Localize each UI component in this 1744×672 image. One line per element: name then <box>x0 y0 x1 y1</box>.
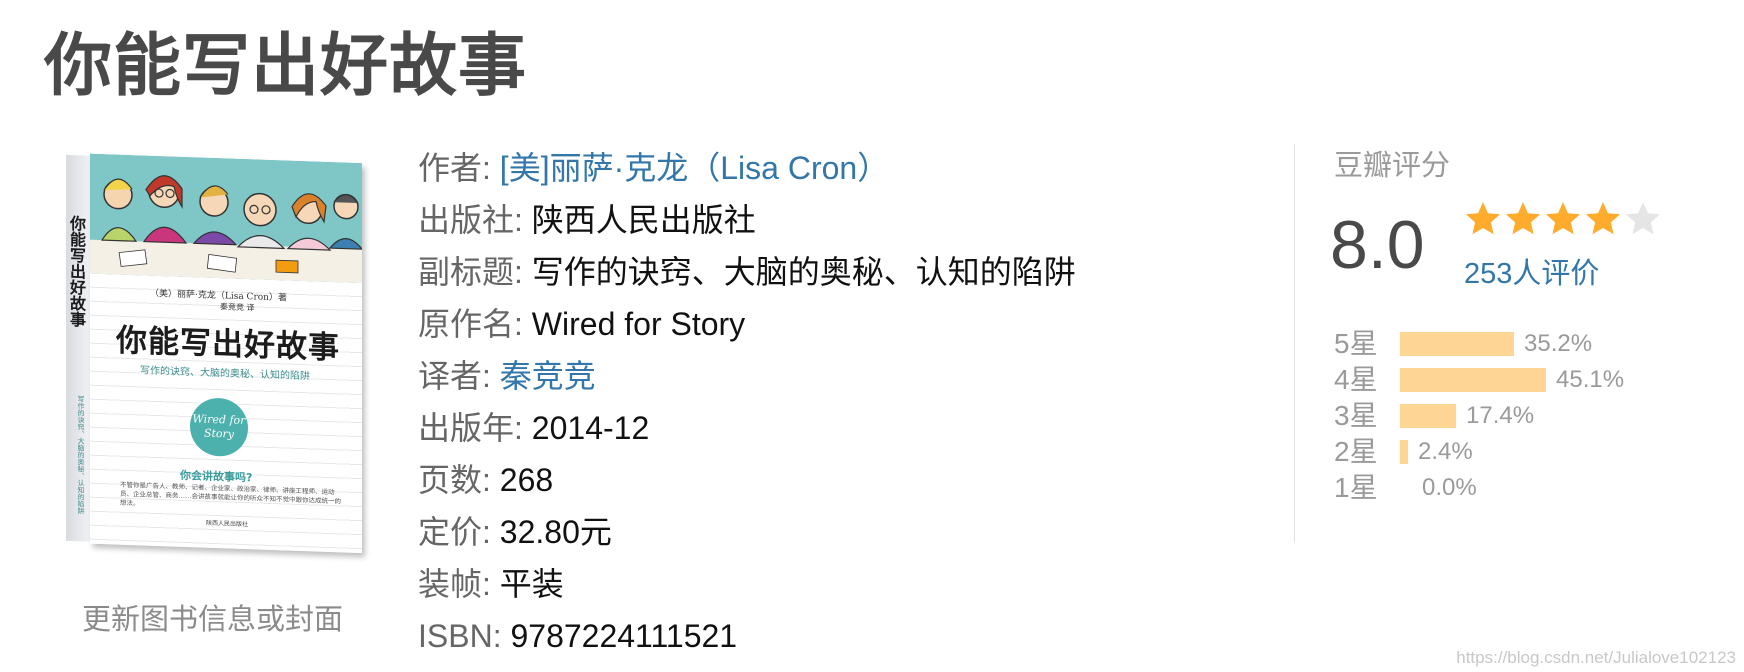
rating-row-label: 2星 <box>1334 436 1378 467</box>
cover-publisher: 陕西人民出版社 <box>206 519 249 529</box>
spine-subtitle: 写作的诀窍、大脑的奥秘、认知的陷阱 <box>77 395 85 515</box>
section-divider <box>1294 144 1295 542</box>
rating-bar <box>1400 404 1456 428</box>
rating-row: 1星 0.0% <box>1334 470 1624 506</box>
pubdate-label: 出版年: <box>418 410 523 446</box>
translator-label: 译者: <box>418 358 491 394</box>
info-publisher-row: 出版社: 陕西人民出版社 <box>418 194 1076 246</box>
author-link[interactable]: [美]丽萨·克龙（Lisa Cron） <box>500 150 889 186</box>
watermark: https://blog.csdn.net/Julialove102123 <box>1456 648 1736 667</box>
publisher-value: 陕西人民出版社 <box>531 202 756 238</box>
pages-label: 页数: <box>418 462 491 498</box>
rating-percentage: 35.2% <box>1524 330 1593 357</box>
info-subtitle-row: 副标题: 写作的诀窍、大脑的奥秘、认知的陷阱 <box>418 246 1076 298</box>
page-title: 你能写出好故事 <box>44 27 528 106</box>
isbn-value: 9787224111521 <box>510 618 738 654</box>
isbn-label: ISBN: <box>418 618 502 654</box>
info-original-title-row: 原作名: Wired for Story <box>418 298 1076 350</box>
rating-bar <box>1400 368 1546 392</box>
rating-row-label: 4星 <box>1334 364 1378 395</box>
cover-illustration <box>90 153 362 284</box>
subtitle-value: 写作的诀窍、大脑的奥秘、认知的陷阱 <box>531 254 1076 290</box>
book-info: 作者: [美]丽萨·克龙（Lisa Cron） 出版社: 陕西人民出版社 副标题… <box>418 142 1076 662</box>
star-filled-icon <box>1585 202 1621 235</box>
original-title-label: 原作名: <box>418 306 523 342</box>
translator-link[interactable]: 秦竞竞 <box>500 358 596 394</box>
star-filled-icon <box>1545 202 1581 235</box>
star-empty-icon <box>1625 202 1661 235</box>
info-binding-row: 装帧: 平装 <box>418 558 1076 610</box>
rating-row: 5星 35.2% <box>1334 326 1624 362</box>
book-detail-page: 你能写出好故事 你能写出好故事 写作的诀窍、大脑的奥秘、认知的陷阱 （美）丽萨·… <box>0 0 1744 672</box>
author-label: 作者: <box>418 150 491 186</box>
cover-translator: 秦竞竞 译 <box>220 302 255 313</box>
rating-row-label: 1星 <box>1334 472 1378 503</box>
rating-bar <box>1400 332 1514 356</box>
publisher-label: 出版社: <box>418 202 523 238</box>
update-book-info-link[interactable]: 更新图书信息或封面 <box>82 596 343 638</box>
rating-percentage: 2.4% <box>1418 438 1473 465</box>
binding-value: 平装 <box>499 566 564 602</box>
star-filled-icon <box>1465 202 1501 235</box>
price-label: 定价: <box>418 514 491 550</box>
rating-score: 8.0 <box>1330 207 1425 283</box>
binding-label: 装帧: <box>418 566 491 602</box>
info-translator-row: 译者: 秦竞竞 <box>418 350 1076 402</box>
info-pages-row: 页数: 268 <box>418 454 1076 506</box>
info-author-row: 作者: [美]丽萨·克龙（Lisa Cron） <box>418 142 1076 194</box>
rating-count-link[interactable]: 253人评价 <box>1464 250 1599 292</box>
cover-title: 你能写出好故事 <box>116 322 340 367</box>
star-filled-icon <box>1505 202 1541 235</box>
subtitle-label: 副标题: <box>418 254 523 290</box>
original-title-value: Wired for Story <box>531 306 746 342</box>
cover-spine: 你能写出好故事 写作的诀窍、大脑的奥秘、认知的陷阱 <box>66 154 91 542</box>
pages-value: 268 <box>499 462 554 498</box>
rating-section-title: 豆瓣评分 <box>1334 150 1451 182</box>
cover-front: （美）丽萨·克龙（Lisa Cron）著 秦竞竞 译 你能写出好故事 写作的诀窍… <box>90 153 362 554</box>
rating-row: 2星 2.4% <box>1334 434 1624 470</box>
rating-bar <box>1400 440 1408 464</box>
book-cover[interactable]: 你能写出好故事 写作的诀窍、大脑的奥秘、认知的陷阱 （美）丽萨·克龙（Lisa … <box>66 153 362 554</box>
rating-row-label: 3星 <box>1334 400 1378 431</box>
rating-row: 3星 17.4% <box>1334 398 1624 434</box>
info-isbn-row: ISBN: 9787224111521 <box>418 610 1076 662</box>
rating-row-label: 5星 <box>1334 328 1378 359</box>
price-value: 32.80元 <box>499 514 612 550</box>
spine-title: 你能写出好故事 <box>67 214 86 328</box>
rating-percentage: 17.4% <box>1466 402 1535 429</box>
info-price-row: 定价: 32.80元 <box>418 506 1076 558</box>
rating-percentage: 45.1% <box>1556 366 1625 393</box>
rating-stars <box>1464 200 1662 238</box>
rating-percentage: 0.0% <box>1422 474 1477 501</box>
rating-distribution: 5星 35.2% 4星 45.1% 3星 17.4% 2星 2.4% 1星 0.0% <box>1334 326 1624 506</box>
rating-row: 4星 45.1% <box>1334 362 1624 398</box>
pubdate-value: 2014-12 <box>531 410 650 446</box>
cover-people-illustration <box>90 153 362 284</box>
info-pubdate-row: 出版年: 2014-12 <box>418 402 1076 454</box>
